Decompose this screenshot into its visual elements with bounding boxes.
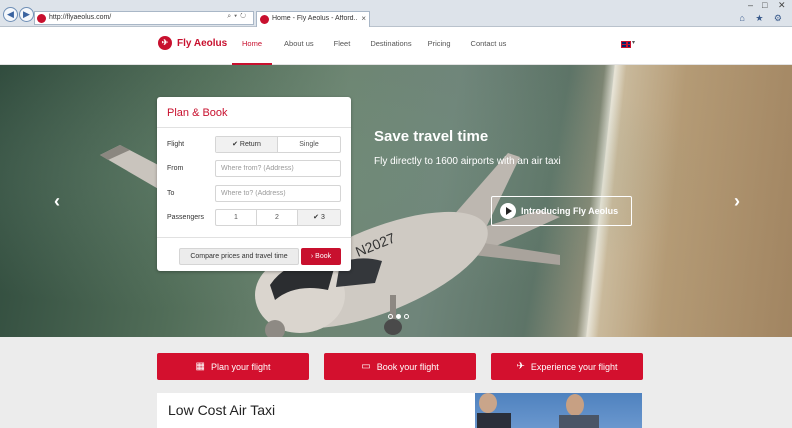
slide-indicators — [388, 314, 409, 319]
nav-about-us[interactable]: About us — [272, 27, 324, 65]
close-window-button[interactable]: ✕ — [778, 0, 786, 11]
book-button[interactable]: › Book — [301, 248, 341, 265]
flight-option-single[interactable]: Single — [278, 137, 340, 152]
from-label: From — [167, 165, 184, 172]
flight-type-toggle: ✔ Return Single — [215, 136, 341, 153]
browser-chrome: ◀ ▶ http://flyaeolus.com/ ⌕▾↻ Home - Fly… — [0, 0, 792, 27]
slide-subtitle: Fly directly to 1600 airports with an ai… — [374, 156, 561, 167]
language-caret-icon[interactable]: ▾ — [632, 39, 635, 46]
passengers-label: Passengers — [167, 214, 204, 221]
nav-pricing[interactable]: Pricing — [422, 27, 461, 65]
video-button-label: Introducing Fly Aeolus — [521, 206, 619, 216]
feature-buttons: ▦ Plan your flight ▭ Book your flight ✈ … — [157, 353, 643, 380]
next-slide-arrow[interactable]: › — [734, 191, 740, 212]
check-icon: ✔ — [232, 141, 240, 148]
to-field[interactable] — [215, 185, 341, 202]
browser-toolbar-icons[interactable]: ⌂ ★ ⚙ — [739, 13, 786, 24]
plan-flight-button[interactable]: ▦ Plan your flight — [157, 353, 309, 380]
logo[interactable]: ✈ Fly Aeolus — [158, 36, 227, 50]
to-label: To — [167, 190, 175, 197]
brand-name: Fly Aeolus — [177, 37, 228, 49]
section-title: Low Cost Air Taxi — [168, 402, 276, 418]
nav-destinations[interactable]: Destinations — [360, 27, 421, 65]
browser-tab[interactable]: Home - Fly Aeolus - Afford... × — [256, 11, 370, 27]
book-flight-label: Book your flight — [376, 361, 439, 372]
slide-title: Save travel time — [374, 128, 489, 145]
passengers-toggle: 1 2 ✔ 3 — [215, 209, 341, 226]
nav-home[interactable]: Home — [232, 27, 273, 65]
uk-flag-icon[interactable] — [621, 41, 631, 48]
minimize-button[interactable]: – — [748, 0, 753, 10]
pilots-photo — [475, 393, 642, 428]
address-tools-icon[interactable]: ⌕▾↻ — [227, 13, 249, 21]
logo-icon: ✈ — [158, 36, 172, 50]
tab-title: Home - Fly Aeolus - Afford... — [272, 15, 358, 22]
calendar-icon: ▦ — [195, 361, 205, 372]
from-field[interactable] — [215, 160, 341, 177]
slide-dot[interactable] — [404, 314, 409, 319]
divider — [157, 127, 351, 128]
tab-favicon-icon — [260, 15, 269, 24]
book-flight-button[interactable]: ▭ Book your flight — [324, 353, 476, 380]
experience-flight-button[interactable]: ✈ Experience your flight — [491, 353, 643, 380]
passengers-option-3[interactable]: ✔ 3 — [298, 210, 340, 225]
airplane-icon: ✈ — [516, 361, 525, 372]
passengers-option-2[interactable]: 2 — [257, 210, 298, 225]
forward-button[interactable]: ▶ — [19, 7, 34, 22]
plan-flight-label: Plan your flight — [210, 361, 271, 372]
experience-flight-label: Experience your flight — [530, 361, 618, 372]
flight-option-return[interactable]: ✔ Return — [216, 137, 278, 152]
pilots-image — [477, 393, 599, 428]
booking-title: Plan & Book — [167, 107, 228, 119]
address-url: http://flyaeolus.com/ — [49, 14, 112, 21]
play-icon — [500, 203, 516, 219]
divider — [157, 237, 351, 238]
content-card: Low Cost Air Taxi — [157, 393, 475, 428]
site-favicon-icon — [37, 14, 46, 23]
prev-slide-arrow[interactable]: ‹ — [54, 191, 60, 212]
slide-dot[interactable] — [388, 314, 393, 319]
nav-contact-us[interactable]: Contact us — [461, 27, 517, 65]
check-icon: ✔ — [313, 214, 321, 221]
address-bar[interactable]: http://flyaeolus.com/ ⌕▾↻ — [34, 11, 254, 25]
booking-panel: Plan & Book Flight ✔ Return Single From … — [157, 97, 351, 271]
passengers-option-1[interactable]: 1 — [216, 210, 257, 225]
main-nav: Home About us Fleet Destinations Pricing… — [232, 27, 516, 65]
slide-dot[interactable] — [396, 314, 401, 319]
site-header: ✈ Fly Aeolus Home About us Fleet Destina… — [0, 27, 792, 65]
introducing-video-button[interactable]: Introducing Fly Aeolus — [491, 196, 632, 226]
back-button[interactable]: ◀ — [3, 7, 18, 22]
nav-fleet[interactable]: Fleet — [324, 27, 361, 65]
hero-slider: N2027 ‹ › Save travel time Fly directly … — [0, 65, 792, 337]
laptop-icon: ▭ — [361, 361, 371, 372]
tab-close-icon[interactable]: × — [361, 14, 366, 23]
maximize-button[interactable]: □ — [762, 0, 767, 10]
flight-label: Flight — [167, 141, 185, 148]
compare-prices-button[interactable]: Compare prices and travel time — [179, 248, 299, 265]
